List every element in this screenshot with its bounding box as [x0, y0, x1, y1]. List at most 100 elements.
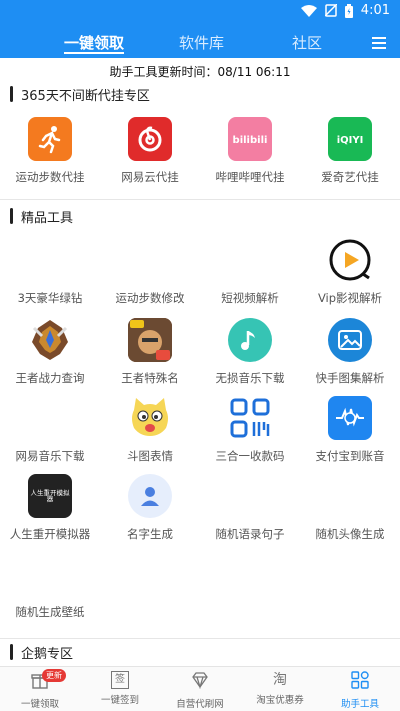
alipay-sound-icon — [328, 396, 372, 440]
wifi-icon — [300, 4, 317, 17]
nav-taobao-coupon[interactable]: 淘 淘宝优惠券 — [240, 669, 320, 706]
section-bar — [10, 208, 13, 224]
iqiyi-icon: iQIYI — [328, 117, 372, 161]
nav-ziying-daishua[interactable]: 自营代刷网 — [160, 669, 240, 710]
tool-alipay-sound[interactable]: 支付宝到账音 — [300, 396, 400, 464]
tool-label: 3天豪华绿钻 — [17, 291, 83, 305]
blank-icon — [228, 474, 272, 518]
tool-vip-video-parse[interactable]: Vip影视解析 — [300, 238, 400, 306]
blank-icon — [28, 552, 72, 596]
tool-kuaishou-gallery[interactable]: 快手图集解析 — [300, 318, 400, 386]
blank-icon — [128, 238, 172, 282]
tool-label: 快手图集解析 — [315, 371, 385, 385]
tool-label: Vip影视解析 — [317, 291, 383, 305]
running-icon — [28, 117, 72, 161]
tab-yijian-lingqu[interactable]: 一键领取 — [64, 32, 124, 53]
life-restart-icon: 人生重开模拟器 — [28, 474, 72, 518]
tool-running-daigua[interactable]: 运动步数代挂 — [0, 117, 100, 185]
tool-random-avatar[interactable]: 随机头像生成 — [300, 474, 400, 542]
update-badge: 更新 — [42, 669, 66, 682]
tool-label: 运动步数代挂 — [15, 170, 85, 184]
tool-life-restart[interactable]: 人生重开模拟器 人生重开模拟器 — [0, 474, 100, 542]
qr-code-icon — [228, 396, 272, 440]
tool-name-generator[interactable]: 名字生成 — [100, 474, 200, 542]
tool-short-video-parse[interactable]: 短视频解析 — [200, 238, 300, 306]
tool-wangzhe-special-name[interactable]: 王者特殊名 — [100, 318, 200, 386]
music-note-icon — [228, 318, 272, 362]
status-icons: 4:01 — [300, 3, 390, 18]
tool-green-diamond[interactable]: 3天豪华绿钻 — [0, 238, 100, 306]
nav-helper-tools[interactable]: 助手工具 — [320, 669, 400, 710]
active-tab-indicator — [64, 52, 124, 54]
grid-tools-icon — [351, 671, 369, 689]
sign-icon: 签 — [111, 671, 129, 689]
tool-iqiyi-daigua[interactable]: iQIYI 爱奇艺代挂 — [300, 117, 400, 185]
taobao-icon-text: 淘 — [273, 672, 287, 688]
svg-text:iQIYI: iQIYI — [337, 135, 364, 146]
tab-community[interactable]: 社区 — [292, 32, 322, 53]
blank-icon — [28, 396, 72, 440]
no-sim-icon — [324, 4, 337, 17]
bilibili-icon: bilibili — [228, 117, 272, 161]
tool-bilibili-daigua[interactable]: bilibili 哔哩哔哩代挂 — [200, 117, 300, 185]
hamburger-menu-icon[interactable] — [372, 37, 386, 49]
section-divider — [0, 199, 400, 200]
section-bar — [10, 86, 13, 102]
bottom-navigation: 更新 一键领取 签 一键签到 自营代刷网 淘 淘宝优惠券 助手工具 — [0, 666, 400, 711]
tool-wangzhe-power[interactable]: 王者战力查询 — [0, 318, 100, 386]
person-icon — [128, 474, 172, 518]
section-divider — [0, 638, 400, 639]
tool-label: 斗图表情 — [127, 449, 173, 463]
tool-label: 人生重开模拟器 — [9, 527, 91, 541]
hero-emblem-icon — [28, 318, 72, 362]
tool-lossless-music[interactable]: 无损音乐下载 — [200, 318, 300, 386]
top-tabs: 一键领取 软件库 社区 — [0, 28, 400, 58]
tab-software-library[interactable]: 软件库 — [179, 32, 224, 53]
tool-3in1-payment-code[interactable]: 三合一收款码 — [200, 396, 300, 464]
diamond-icon — [192, 672, 208, 690]
life-restart-icon-text: 人生重开模拟器 — [30, 488, 70, 503]
nav-yijian-qiandao[interactable]: 签 一键签到 — [80, 669, 160, 706]
nav-label: 助手工具 — [340, 699, 379, 710]
app-header: 4:01 一键领取 软件库 社区 — [0, 0, 400, 58]
nav-label: 一键领取 — [20, 699, 59, 710]
section-title-guaji: 365天不间断代挂专区 — [10, 85, 150, 104]
tool-label: 哔哩哔哩代挂 — [215, 170, 285, 184]
blank-icon — [328, 474, 372, 518]
hero-portrait-icon — [128, 318, 172, 362]
nav-yijian-lingqu[interactable]: 更新 一键领取 — [0, 669, 80, 710]
tool-label: 爱奇艺代挂 — [321, 170, 379, 184]
blank-icon — [28, 238, 72, 282]
section-title-text: 精品工具 — [21, 210, 74, 226]
tool-label: 支付宝到账音 — [315, 449, 385, 463]
tool-label: 随机头像生成 — [315, 527, 385, 541]
update-time-text: 助手工具更新时间：08/11 06:11 — [109, 65, 291, 79]
section-bar — [10, 644, 13, 660]
tool-label: 随机语录句子 — [215, 527, 285, 541]
section-title-text: 企鹅专区 — [21, 646, 74, 662]
tool-label: 运动步数修改 — [115, 291, 185, 305]
netease-music-icon — [128, 117, 172, 161]
tool-netease-daigua[interactable]: 网易云代挂 — [100, 117, 200, 185]
nav-label: 淘宝优惠券 — [256, 695, 304, 706]
section-title-tools: 精品工具 — [10, 207, 74, 226]
tool-meme-stickers[interactable]: 斗图表情 — [100, 396, 200, 464]
nav-label: 自营代刷网 — [176, 699, 224, 710]
status-time: 4:01 — [360, 3, 390, 18]
tool-netease-download[interactable]: 网易音乐下载 — [0, 396, 100, 464]
battery-icon — [344, 3, 353, 18]
tool-random-quote[interactable]: 随机语录句子 — [200, 474, 300, 542]
tool-label: 随机生成壁纸 — [15, 605, 85, 619]
tool-label: 王者战力查询 — [15, 371, 85, 385]
tool-step-modify[interactable]: 运动步数修改 — [100, 238, 200, 306]
tool-label: 名字生成 — [127, 527, 173, 541]
tool-random-wallpaper[interactable]: 随机生成壁纸 — [0, 552, 100, 620]
section-title-qie: 企鹅专区 — [10, 643, 74, 662]
section-title-text: 365天不间断代挂专区 — [21, 88, 150, 104]
tool-label: 王者特殊名 — [121, 371, 179, 385]
sign-icon-text: 签 — [115, 674, 125, 685]
nav-label: 一键签到 — [100, 695, 139, 706]
status-bar: 4:01 — [0, 0, 400, 22]
tool-label: 三合一收款码 — [215, 449, 285, 463]
svg-text:bilibili: bilibili — [233, 135, 268, 146]
